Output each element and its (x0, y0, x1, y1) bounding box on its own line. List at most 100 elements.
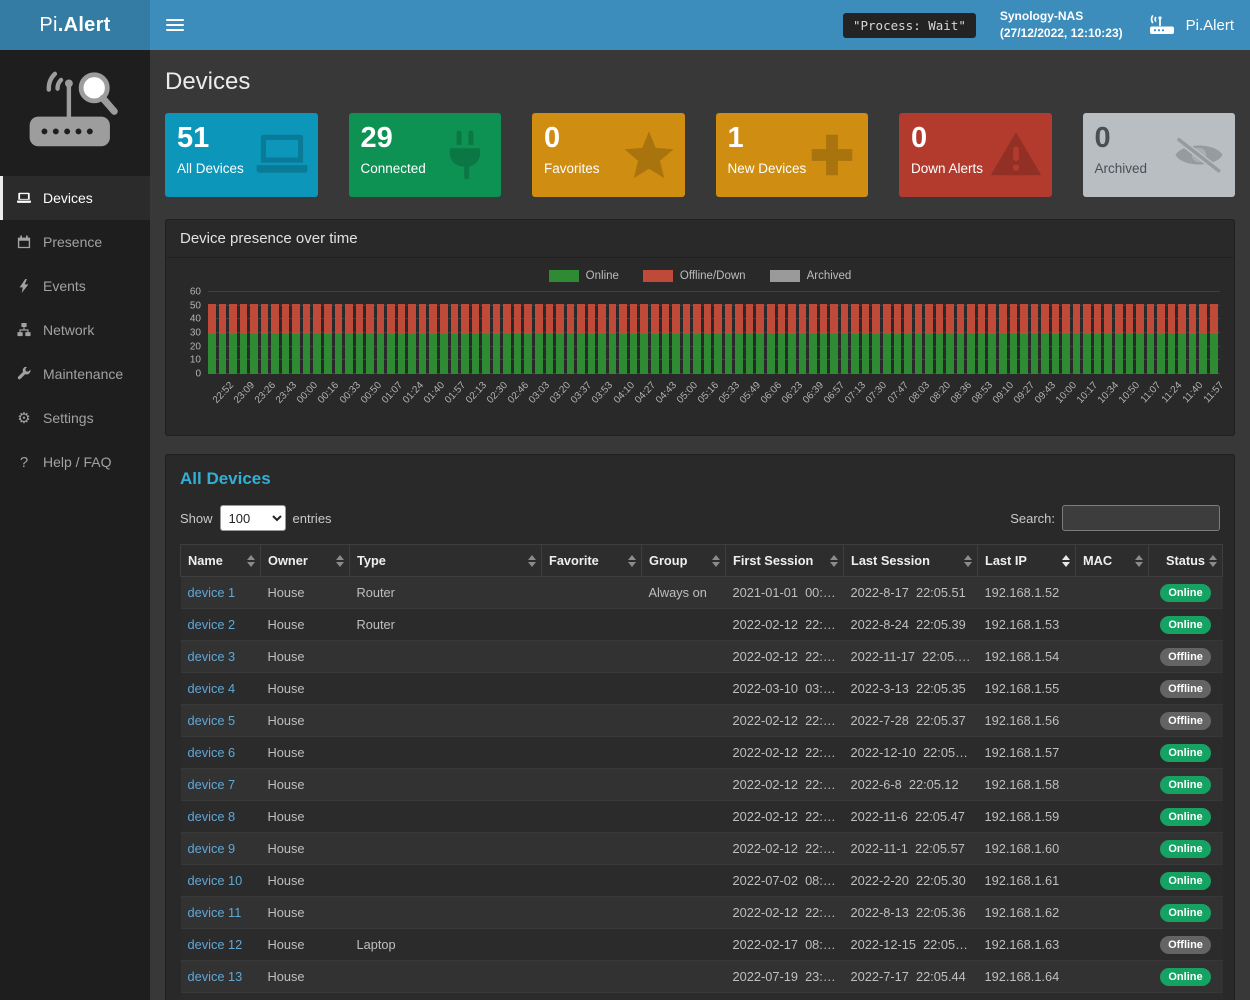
presence-bar (799, 292, 807, 374)
presence-bar (335, 292, 343, 374)
type-cell: Router (350, 609, 542, 641)
sort-icon (964, 555, 972, 567)
device-name-link[interactable]: device 2 (188, 617, 236, 632)
summary-card-favorites[interactable]: 0 Favorites (532, 113, 685, 197)
mac-cell (1076, 673, 1149, 705)
column-header-last-session[interactable]: Last Session (844, 545, 978, 577)
type-cell (350, 865, 542, 897)
column-header-status[interactable]: Status (1149, 545, 1223, 577)
group-cell (642, 833, 726, 865)
sidebar-toggle-icon[interactable] (166, 19, 184, 31)
sidebar-item-help-faq[interactable]: ? Help / FAQ (0, 440, 150, 484)
device-name-link[interactable]: device 10 (188, 873, 243, 888)
summary-card-new-devices[interactable]: 1 New Devices (716, 113, 869, 197)
presence-bar (946, 292, 954, 374)
type-cell (350, 705, 542, 737)
router-scan-icon (1147, 14, 1177, 36)
mac-cell (1076, 609, 1149, 641)
device-name-link[interactable]: device 7 (188, 777, 236, 792)
table-row: device 5 House 2022-02-12 22:05 2022-7-2… (181, 705, 1223, 737)
device-name-link[interactable]: device 1 (188, 585, 236, 600)
last-session-cell: 2022-7-28 22:05.37 (844, 705, 978, 737)
sidebar-item-presence[interactable]: Presence (0, 220, 150, 264)
legend-item-archived[interactable]: Archived (770, 270, 852, 282)
status-badge: Offline (1160, 712, 1211, 730)
entries-select[interactable]: 100 (220, 505, 286, 531)
presence-bar (662, 292, 670, 374)
column-header-label: Favorite (549, 553, 599, 568)
group-cell (642, 609, 726, 641)
summary-card-archived[interactable]: 0 Archived (1083, 113, 1236, 197)
first-session-cell: 2022-02-12 22:05 (726, 833, 844, 865)
device-name-link[interactable]: device 4 (188, 681, 236, 696)
presence-bar (324, 292, 332, 374)
presence-bar (1168, 292, 1176, 374)
sidebar-item-network[interactable]: Network (0, 308, 150, 352)
summary-card-connected[interactable]: 29 Connected (349, 113, 502, 197)
chart-x-axis: 22:5223:0923:2623:4300:0000:1600:3300:50… (208, 377, 1220, 427)
star-icon (622, 128, 676, 182)
favorite-cell (542, 673, 642, 705)
device-name-link[interactable]: device 5 (188, 713, 236, 728)
table-row: device 10 House 2022-07-02 08:15 2022-2-… (181, 865, 1223, 897)
search-input[interactable] (1062, 505, 1220, 531)
presence-bar (1210, 292, 1218, 374)
first-session-cell: 2022-07-02 08:15 (726, 865, 844, 897)
network-icon (15, 323, 33, 337)
first-session-cell: 2022-02-12 22:05 (726, 993, 844, 1000)
favorite-cell (542, 609, 642, 641)
column-header-group[interactable]: Group (642, 545, 726, 577)
presence-bar (862, 292, 870, 374)
sidebar-item-settings[interactable]: ⚙ Settings (0, 396, 150, 440)
sidebar-item-label: Settings (43, 410, 94, 426)
device-name-link[interactable]: device 8 (188, 809, 236, 824)
presence-bar (1094, 292, 1102, 374)
mac-cell (1076, 705, 1149, 737)
column-header-label: Last Session (851, 553, 930, 568)
column-header-owner[interactable]: Owner (261, 545, 350, 577)
device-name-link[interactable]: device 3 (188, 649, 236, 664)
legend-swatch (770, 270, 800, 282)
column-header-mac[interactable]: MAC (1076, 545, 1149, 577)
presence-bar (851, 292, 859, 374)
sidebar-item-events[interactable]: Events (0, 264, 150, 308)
column-header-name[interactable]: Name (181, 545, 261, 577)
owner-cell: House (261, 801, 350, 833)
main-content: Devices 51 All Devices 29 Connected 0 Fa… (150, 50, 1250, 1000)
presence-chart: 0102030405060 22:5223:0923:2623:4300:000… (180, 292, 1220, 427)
device-name-link[interactable]: device 13 (188, 969, 243, 984)
column-header-favorite[interactable]: Favorite (542, 545, 642, 577)
brand-prefix: Pi (39, 14, 57, 37)
group-cell (642, 801, 726, 833)
last-ip-cell: 192.168.1.59 (978, 801, 1076, 833)
column-header-type[interactable]: Type (350, 545, 542, 577)
owner-cell: House (261, 737, 350, 769)
device-name-link[interactable]: device 11 (188, 905, 242, 920)
summary-card-down-alerts[interactable]: 0 Down Alerts (899, 113, 1052, 197)
mac-cell (1076, 769, 1149, 801)
legend-label: Online (586, 270, 619, 282)
table-row: device 6 House 2022-02-12 22:05 2022-12-… (181, 737, 1223, 769)
sort-icon (830, 555, 838, 567)
device-name-link[interactable]: device 9 (188, 841, 236, 856)
last-session-cell: 2022-6-8 22:05.12 (844, 769, 978, 801)
column-header-last-ip[interactable]: Last IP (978, 545, 1076, 577)
status-badge: Online (1160, 744, 1210, 762)
presence-bar (640, 292, 648, 374)
presence-bar (208, 292, 216, 374)
sidebar-item-maintenance[interactable]: Maintenance (0, 352, 150, 396)
presence-bar (408, 292, 416, 374)
sidebar-item-devices[interactable]: Devices (0, 176, 150, 220)
presence-bar (925, 292, 933, 374)
legend-item-online[interactable]: Online (549, 270, 619, 282)
sidebar: Devices Presence Events Network Maintena… (0, 50, 150, 1000)
column-header-first-session[interactable]: First Session (726, 545, 844, 577)
column-header-label: Group (649, 553, 687, 568)
bolt-icon (15, 279, 33, 293)
device-name-link[interactable]: device 6 (188, 745, 236, 760)
app-logo[interactable]: Pi.Alert (0, 0, 150, 50)
legend-item-offline-down[interactable]: Offline/Down (643, 270, 746, 282)
summary-card-all-devices[interactable]: 51 All Devices (165, 113, 318, 197)
status-badge: Online (1160, 776, 1210, 794)
device-name-link[interactable]: device 12 (188, 937, 243, 952)
